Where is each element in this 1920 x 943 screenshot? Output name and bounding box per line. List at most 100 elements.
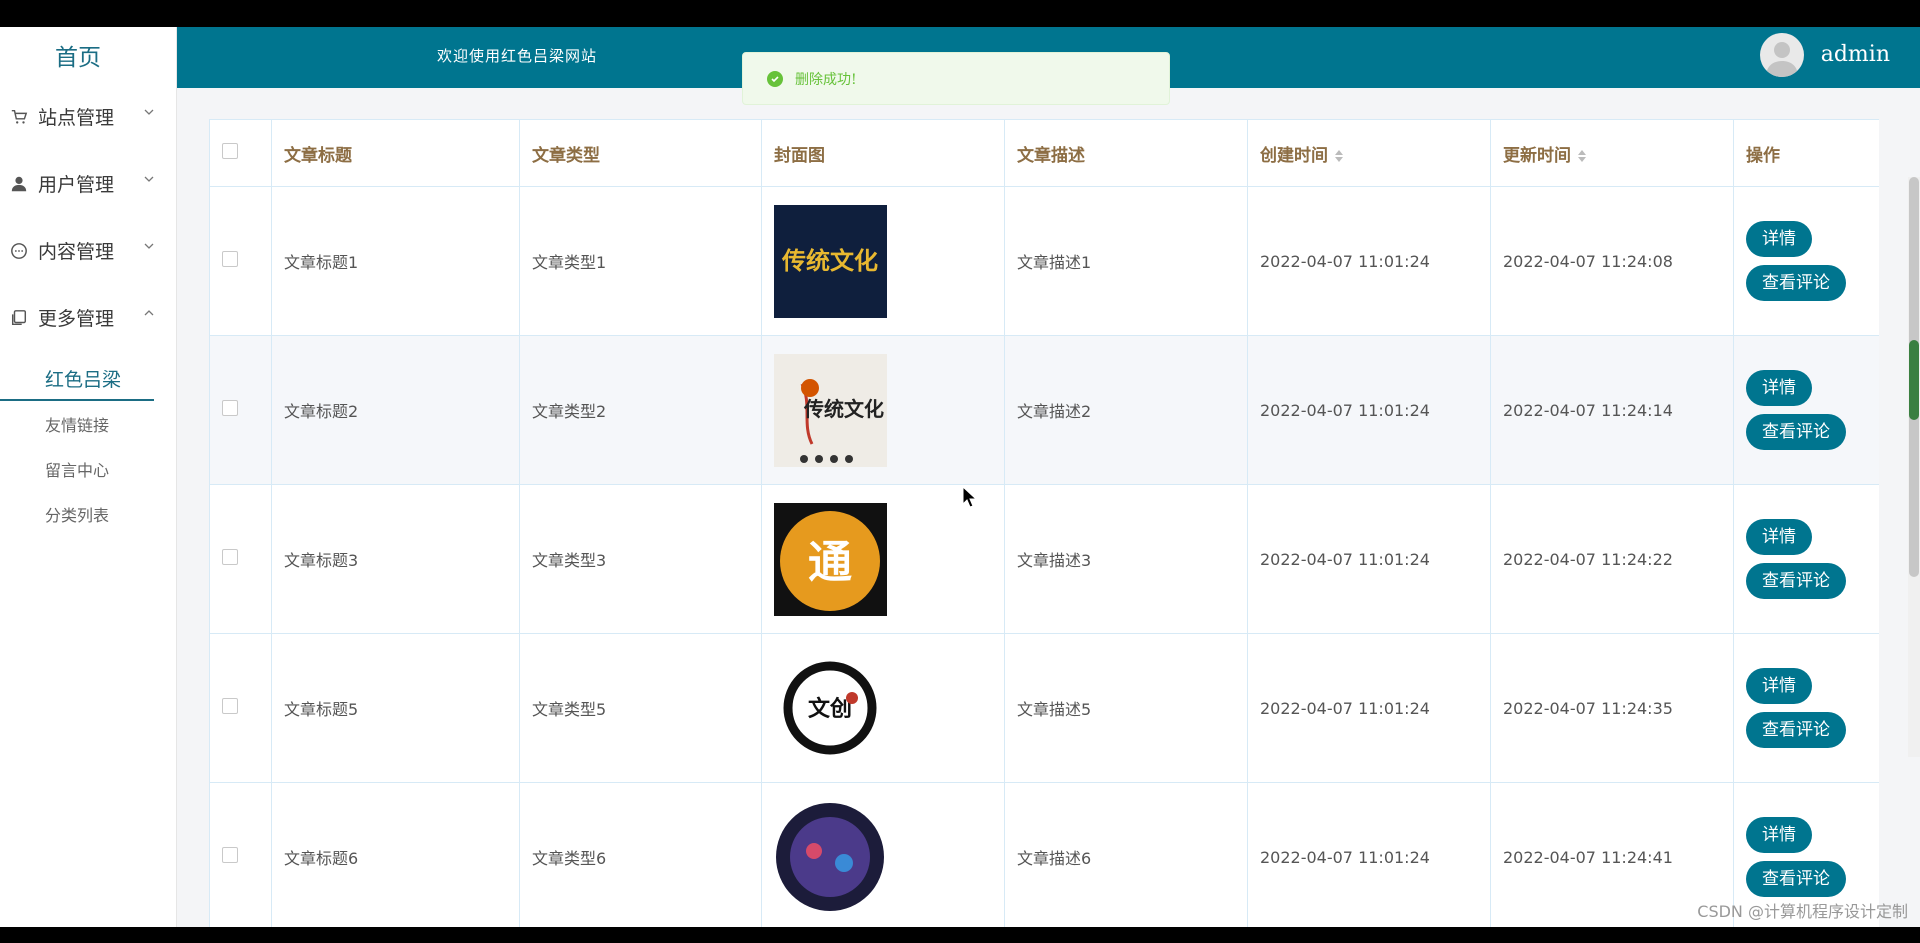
view-comments-button[interactable]: 查看评论	[1746, 563, 1846, 599]
view-comments-button[interactable]: 查看评论	[1746, 712, 1846, 748]
sidebar-item-label: 更多管理	[38, 308, 115, 330]
cover-image[interactable]: 传统文化	[774, 204, 887, 318]
row-checkbox[interactable]	[222, 251, 238, 267]
chevron-down-icon	[144, 109, 154, 115]
cell-cover: 文创	[761, 633, 1005, 783]
cell-type: 文章类型1	[519, 186, 762, 336]
table-row: 文章标题6 文章类型6 文章描述6 2022-04-07 11:01:24 20…	[209, 782, 1879, 927]
cover-text: 通	[808, 537, 852, 588]
chevron-up-icon	[144, 310, 154, 316]
cell-type: 文章类型2	[519, 335, 762, 485]
detail-button[interactable]: 详情	[1746, 668, 1812, 704]
chevron-down-icon	[144, 176, 154, 182]
cell-actions: 详情 查看评论	[1733, 633, 1879, 783]
cell-actions: 详情 查看评论	[1733, 186, 1879, 336]
cell-actions: 详情 查看评论	[1733, 484, 1879, 634]
detail-button[interactable]: 详情	[1746, 519, 1812, 555]
cell-cover	[761, 782, 1005, 927]
cell-created: 2022-04-07 11:01:24	[1247, 335, 1491, 485]
select-all-checkbox[interactable]	[222, 142, 238, 159]
cell-created: 2022-04-07 11:01:24	[1247, 484, 1491, 634]
sort-icon[interactable]	[1334, 149, 1344, 163]
cell-created: 2022-04-07 11:01:24	[1247, 782, 1491, 927]
toast-message: 删除成功!	[795, 71, 857, 88]
cover-text: 传统文化	[803, 397, 884, 421]
watermark: CSDN @计算机程序设计定制	[1697, 902, 1908, 921]
sidebar-home[interactable]: 首页	[0, 27, 176, 83]
article-table: 文章标题 文章类型 封面图 文章描述 创建时间 更新时间 操作 文章标题1 文章…	[209, 119, 1879, 927]
cell-cover: 传统文化	[761, 186, 1005, 336]
username[interactable]: admin	[1821, 42, 1890, 67]
sidebar-item-label: 用户管理	[38, 174, 115, 196]
cell-title: 文章标题1	[271, 186, 520, 336]
cell-desc: 文章描述2	[1004, 335, 1248, 485]
view-comments-button[interactable]: 查看评论	[1746, 414, 1846, 450]
sidebar-sub-red-lvliang[interactable]: 红色吕梁	[0, 357, 154, 401]
chat-icon	[11, 242, 27, 259]
sidebar-item-content[interactable]: 内容管理	[0, 217, 176, 284]
cover-text: 传统文化	[781, 247, 878, 275]
sidebar-sub-messages[interactable]: 留言中心	[0, 446, 176, 491]
cell-desc: 文章描述6	[1004, 782, 1248, 927]
cell-created: 2022-04-07 11:01:24	[1247, 633, 1491, 783]
select-all-cell	[209, 119, 272, 187]
cell-updated: 2022-04-07 11:24:35	[1490, 633, 1734, 783]
cell-type: 文章类型5	[519, 633, 762, 783]
sidebar: 首页 站点管理 用户管理 内容管理 更多管理 红色吕梁 友情链接 留言中心 分类…	[0, 27, 177, 927]
cover-image[interactable]: 传统文化	[774, 353, 887, 467]
sidebar-item-label: 站点管理	[38, 107, 115, 129]
table-row: 文章标题1 文章类型1 传统文化 文章描述1 2022-04-07 11:01:…	[209, 186, 1879, 336]
cell-desc: 文章描述1	[1004, 186, 1248, 336]
sort-icon[interactable]	[1577, 149, 1587, 163]
cell-updated: 2022-04-07 11:24:14	[1490, 335, 1734, 485]
cell-desc: 文章描述3	[1004, 484, 1248, 634]
row-select-cell	[209, 633, 272, 783]
cell-updated: 2022-04-07 11:24:08	[1490, 186, 1734, 336]
cell-actions: 详情 查看评论	[1733, 335, 1879, 485]
column-header-updated[interactable]: 更新时间	[1490, 119, 1734, 187]
cell-title: 文章标题3	[271, 484, 520, 634]
detail-button[interactable]: 详情	[1746, 221, 1812, 257]
cover-image[interactable]	[774, 800, 887, 914]
row-checkbox[interactable]	[222, 698, 238, 714]
column-header: 文章标题	[271, 119, 520, 187]
cover-image[interactable]: 通	[774, 502, 887, 616]
row-checkbox[interactable]	[222, 400, 238, 416]
sidebar-item-more[interactable]: 更多管理	[0, 284, 176, 351]
column-header: 操作	[1733, 119, 1879, 187]
detail-button[interactable]: 详情	[1746, 817, 1812, 853]
cell-title: 文章标题6	[271, 782, 520, 927]
detail-button[interactable]: 详情	[1746, 370, 1812, 406]
column-header: 封面图	[761, 119, 1005, 187]
cell-title: 文章标题2	[271, 335, 520, 485]
column-header-label: 更新时间	[1503, 145, 1571, 166]
row-select-cell	[209, 484, 272, 634]
cell-updated: 2022-04-07 11:24:22	[1490, 484, 1734, 634]
cart-icon	[11, 109, 28, 124]
column-header-created[interactable]: 创建时间	[1247, 119, 1491, 187]
cell-cover: 传统文化	[761, 335, 1005, 485]
column-header-label: 创建时间	[1260, 145, 1328, 166]
row-select-cell	[209, 335, 272, 485]
avatar-icon	[1766, 42, 1798, 77]
cover-text: 文创	[808, 696, 852, 722]
table-row: 文章标题5 文章类型5 文创 文章描述5 2022-04-07 11:01:24…	[209, 633, 1879, 783]
copy-icon	[11, 309, 27, 325]
sidebar-sub-categories[interactable]: 分类列表	[0, 491, 176, 536]
sidebar-item-label: 内容管理	[38, 241, 115, 263]
sidebar-item-user[interactable]: 用户管理	[0, 150, 176, 217]
cover-image[interactable]: 文创	[774, 651, 887, 765]
row-select-cell	[209, 186, 272, 336]
column-header: 文章类型	[519, 119, 762, 187]
sidebar-sub-links[interactable]: 友情链接	[0, 401, 176, 446]
row-checkbox[interactable]	[222, 847, 238, 863]
avatar[interactable]	[1760, 33, 1804, 77]
row-checkbox[interactable]	[222, 549, 238, 565]
view-comments-button[interactable]: 查看评论	[1746, 265, 1846, 301]
sidebar-item-site[interactable]: 站点管理	[0, 83, 176, 150]
view-comments-button[interactable]: 查看评论	[1746, 861, 1846, 897]
table-row: 文章标题2 文章类型2 传统文化 文章描述2 2022-04-07 11:01:…	[209, 335, 1879, 485]
app-screen: 首页 站点管理 用户管理 内容管理 更多管理 红色吕梁 友情链接 留言中心 分类…	[0, 27, 1920, 927]
cell-created: 2022-04-07 11:01:24	[1247, 186, 1491, 336]
table-header-row: 文章标题 文章类型 封面图 文章描述 创建时间 更新时间 操作	[209, 119, 1879, 187]
